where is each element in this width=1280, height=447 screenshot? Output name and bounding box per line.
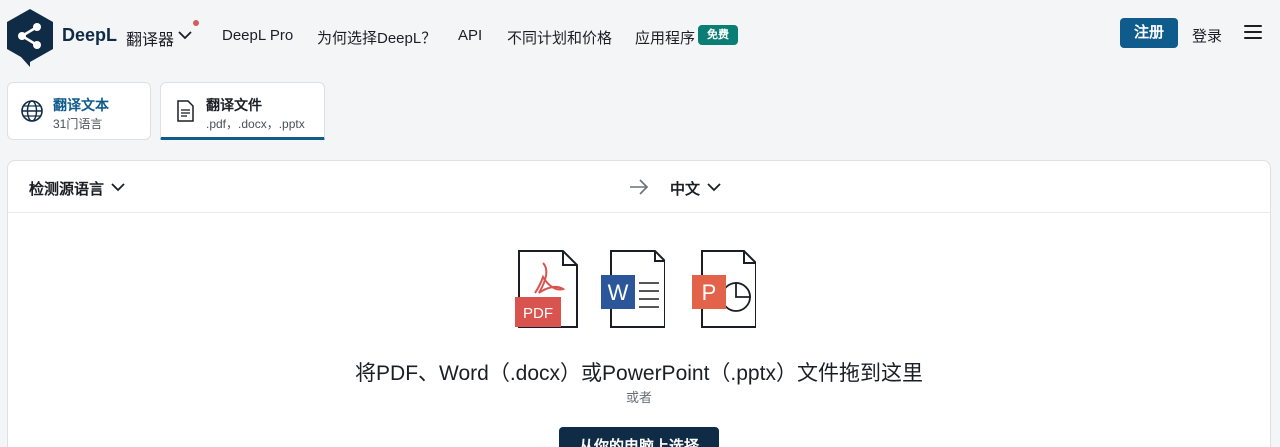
word-file-icon: W [601,250,665,328]
nav-why-deepl[interactable]: 为何选择DeepL？ [317,27,436,48]
nav-apps[interactable]: 应用程序 [635,27,695,48]
globe-icon [21,100,43,122]
language-bar: 检测源语言 中文 [8,161,1270,213]
tab-title: 翻译文本 [53,97,109,113]
tab-translate-files[interactable]: 翻译文件 .pdf，.docx，.pptx [160,82,325,140]
pdf-file-icon: PDF [515,250,578,328]
select-file-button[interactable]: 从你的电脑上选择 [559,427,719,447]
top-header: DeepL 翻译器 DeepL Pro 为何选择DeepL？ API 不同计划和… [0,0,1280,68]
chevron-down-icon[interactable] [176,26,194,44]
translator-panel: 检测源语言 中文 PDF W P 将PDF、Word（.docx）或PowerP… [7,160,1271,447]
tab-translate-text[interactable]: 翻译文本 31门语言 [7,82,151,140]
free-badge: 免费 [698,25,738,45]
hamburger-menu-icon[interactable] [1244,25,1262,41]
tab-subtitle: .pdf，.docx，.pptx [206,117,305,131]
tab-subtitle: 31门语言 [53,117,103,131]
target-language-select[interactable]: 中文 [670,178,700,199]
chevron-down-icon[interactable] [705,178,723,196]
pdf-label: PDF [523,305,553,322]
login-link[interactable]: 登录 [1192,25,1222,46]
brand-name[interactable]: DeepL [62,25,117,46]
chevron-down-icon[interactable] [109,178,127,196]
source-language-select[interactable]: 检测源语言 [29,178,104,199]
deepl-logo-icon[interactable] [7,9,53,67]
product-name[interactable]: 翻译器 [126,26,174,50]
nav-api[interactable]: API [458,27,482,44]
notification-dot [193,20,199,26]
nav-pricing[interactable]: 不同计划和价格 [507,27,612,48]
word-label: W [608,280,629,305]
nav-deepl-pro[interactable]: DeepL Pro [222,27,293,44]
register-button[interactable]: 注册 [1120,18,1178,48]
tab-title: 翻译文件 [206,97,262,113]
ppt-label: P [702,280,717,305]
document-icon [177,100,194,122]
arrow-right-icon [630,179,649,195]
drop-zone-text: 将PDF、Word（.docx）或PowerPoint（.pptx）文件拖到这里 [355,362,923,385]
powerpoint-file-icon: P [692,250,756,328]
or-text: 或者 [625,390,652,405]
